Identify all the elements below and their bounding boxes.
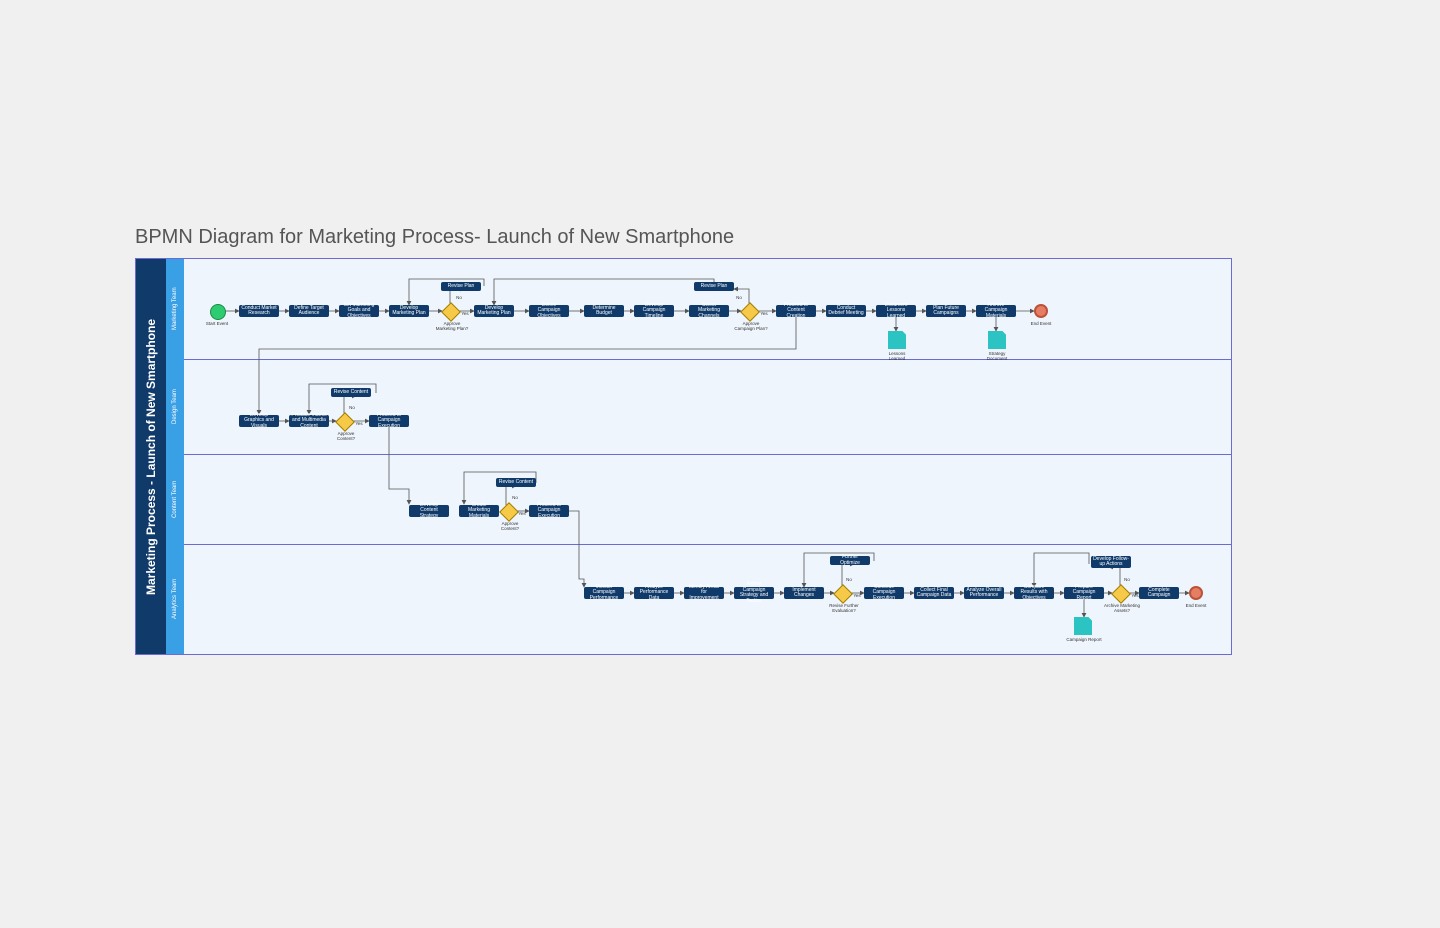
gateway-g6 (1111, 584, 1131, 604)
gateway-g2 (740, 302, 760, 322)
path-g5-yes: Yes (851, 593, 863, 598)
task-m11: Conduct Debrief Meeting (826, 305, 866, 317)
task-m4: Develop Marketing Plan (389, 305, 429, 317)
task-c1b: Revise Content (496, 478, 536, 487)
task-m10: Proceed to Content Creation (776, 305, 816, 317)
path-g1-yes: Yes (459, 311, 471, 316)
lane-sep-2 (184, 454, 1231, 455)
lane-sep-3 (184, 544, 1231, 545)
doc-lessons (888, 331, 906, 349)
path-g2-yes: Yes (758, 311, 770, 316)
task-c3: Proceed to Campaign Execution (529, 505, 569, 517)
page-root: BPMN Diagram for Marketing Process- Laun… (0, 0, 1440, 928)
task-a10b: Develop Follow-up Actions (1091, 556, 1131, 568)
path-g6-no: No (1121, 577, 1133, 582)
path-g4-no: No (509, 495, 521, 500)
gateway-g3-label: Approve Content? (328, 431, 364, 441)
task-m12: Document Lessons Learned (876, 305, 916, 317)
end-event-1-label: End Event (1026, 321, 1056, 326)
task-m7: Determine Budget (584, 305, 624, 317)
task-a5b: Further Optimize (830, 556, 870, 565)
task-a8: Analyze Overall Performance (964, 587, 1004, 599)
task-m6: Define Campaign Objectives (529, 305, 569, 317)
gateway-g6-label: Archive Marketing Assets? (1103, 603, 1141, 613)
end-event-2-label: End Event (1181, 603, 1211, 608)
task-a6: Continue Campaign Execution (864, 587, 904, 599)
lane-label-design: Design Team (166, 359, 184, 454)
lane-sep-1 (184, 359, 1231, 360)
pool-title: Marketing Process - Launch of New Smartp… (136, 259, 166, 654)
lane-label-content: Content Team (166, 454, 184, 544)
task-a5: Implement Changes (784, 587, 824, 599)
task-a3: Identify Areas for Improvement (684, 587, 724, 599)
task-d3: Proceed to Campaign Execution (369, 415, 409, 427)
task-a7: Collect Final Campaign Data (914, 587, 954, 599)
diagram-title: BPMN Diagram for Marketing Process- Laun… (135, 226, 734, 249)
task-a2: Analyze Performance Data (634, 587, 674, 599)
doc-campaign-report (1074, 617, 1092, 635)
task-m5: Develop Marketing Plan (474, 305, 514, 317)
path-g4-yes: Yes (516, 511, 528, 516)
task-m9b: Revise Plan (694, 282, 734, 291)
doc-strategy (988, 331, 1006, 349)
task-a9: Compare Results with Objectives (1014, 587, 1054, 599)
gateway-g5-label: Revise Further Evaluation? (825, 603, 863, 613)
path-g1-no: No (453, 295, 465, 300)
doc-campaign-report-label: Campaign Report (1066, 637, 1102, 642)
path-g3-no: No (346, 405, 358, 410)
lane-label-column: Marketing Team Design Team Content Team … (166, 259, 184, 654)
task-m9: Select Marketing Channels (689, 305, 729, 317)
gateway-g4-label: Approve Content? (492, 521, 528, 531)
start-event-label: Start Event (202, 321, 232, 326)
start-event (210, 304, 226, 320)
task-a1: Monitor Campaign Performance (584, 587, 624, 599)
doc-lessons-label: Lessons Learned (882, 351, 912, 361)
gateway-g5 (833, 584, 853, 604)
path-g2-no: No (733, 295, 745, 300)
gateway-g2-label: Approve Campaign Plan? (733, 321, 769, 331)
gateway-g1-label: Approve Marketing Plan? (434, 321, 470, 331)
task-m1: Conduct Market Research (239, 305, 279, 317)
lane-label-marketing: Marketing Team (166, 259, 184, 359)
end-event-1 (1034, 304, 1048, 318)
task-c1: Develop Content Strategy (409, 505, 449, 517)
task-a11: Complete Campaign (1139, 587, 1179, 599)
task-d1: Develop Graphics and Visuals (239, 415, 279, 427)
doc-strategy-label: Strategy Document (982, 351, 1012, 361)
task-m2: Define Target Audience (289, 305, 329, 317)
task-m1b: Revise Plan (441, 282, 481, 291)
task-d1b: Revise Content (331, 388, 371, 397)
task-m14: Archive Campaign Materials (976, 305, 1016, 317)
task-c2: Create Marketing Materials (459, 505, 499, 517)
path-g5-no: No (843, 577, 855, 582)
task-d2: Produce Videos and Multimedia Content (289, 415, 329, 427)
gateway-g1 (441, 302, 461, 322)
task-m8: Develop Campaign Timeline (634, 305, 674, 317)
gateway-g3 (335, 412, 355, 432)
task-a10: Prepare Campaign Report (1064, 587, 1104, 599)
task-a4: Refine Campaign Strategy and Tactics (734, 587, 774, 599)
path-g3-yes: Yes (353, 421, 365, 426)
end-event-2 (1189, 586, 1203, 600)
pool: Marketing Process - Launch of New Smartp… (135, 258, 1232, 655)
task-m3: Set Marketing Goals and Objectives (339, 305, 379, 317)
lane-label-analytics: Analytics Team (166, 544, 184, 654)
task-m13: Plan Future Campaigns (926, 305, 966, 317)
